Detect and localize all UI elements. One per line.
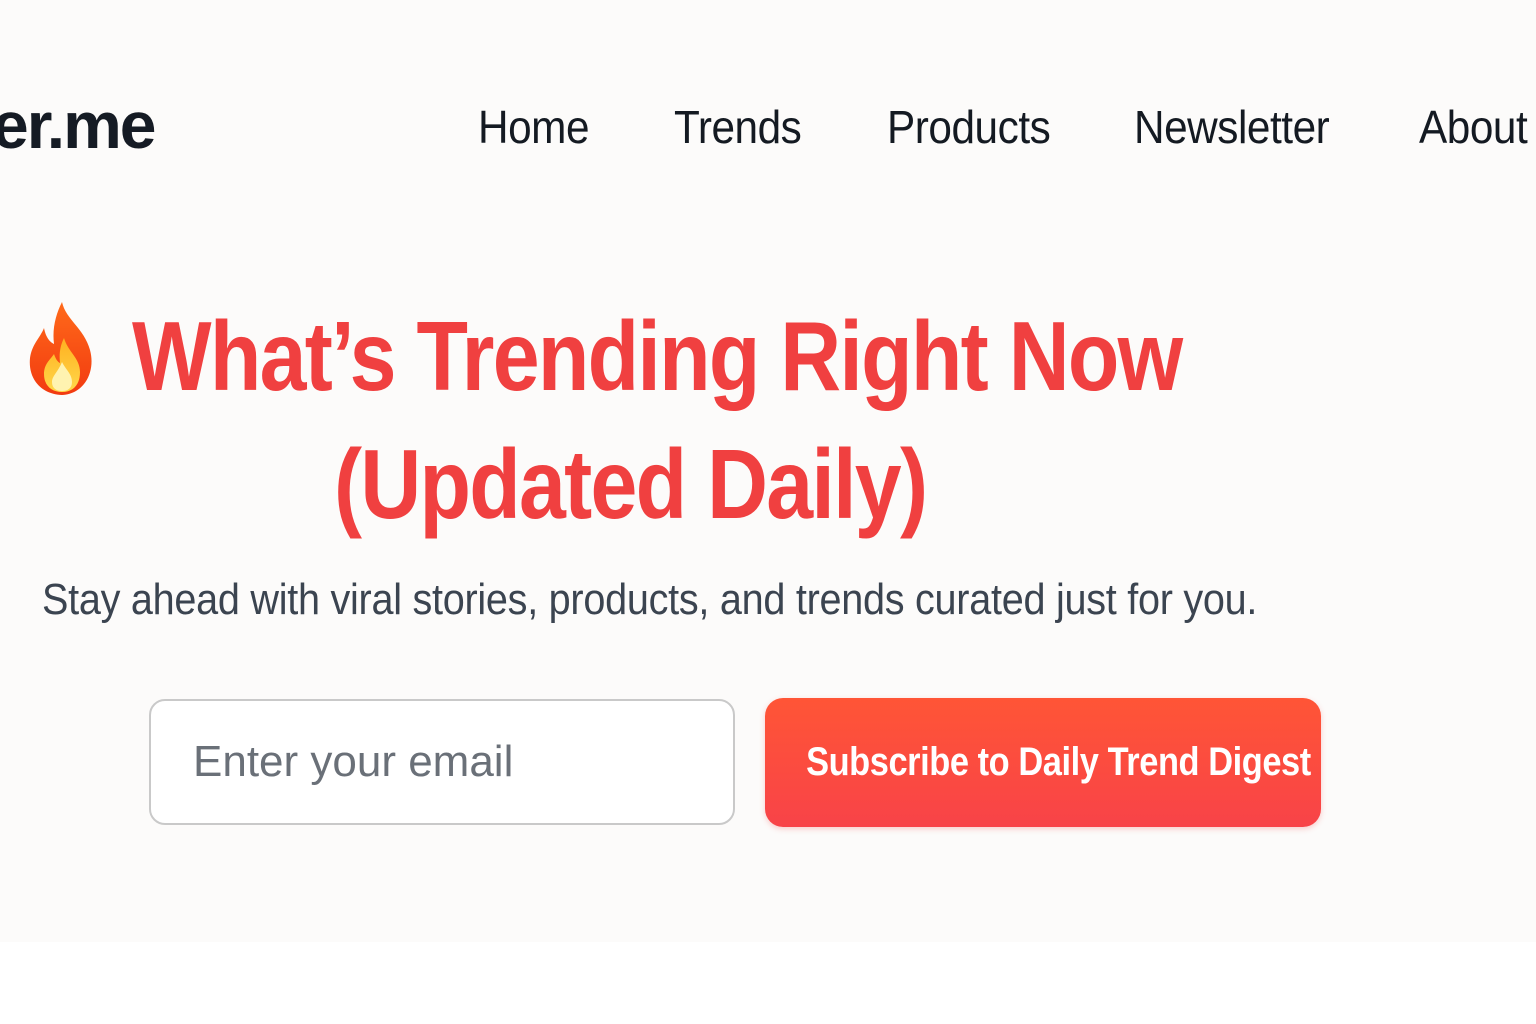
nav-products[interactable]: Products <box>887 104 1051 150</box>
fire-icon <box>29 302 92 395</box>
hero-title-line-2: (Updated Daily) <box>334 429 928 539</box>
nav-about[interactable]: About <box>1419 104 1528 150</box>
hero-title-line-1: What’s Trending Right Now <box>132 301 1183 411</box>
hero-subtitle: Stay ahead with viral stories, products,… <box>42 575 1258 624</box>
nav-trends[interactable]: Trends <box>674 104 802 150</box>
email-input[interactable] <box>151 701 733 823</box>
subscribe-button[interactable]: Subscribe to Daily Trend Digest <box>765 698 1321 827</box>
subscribe-button-label: Subscribe to Daily Trend Digest <box>806 740 1311 784</box>
main-nav: Home Trends Products Newsletter About <box>0 104 1536 164</box>
nav-newsletter[interactable]: Newsletter <box>1134 104 1330 150</box>
email-field-wrapper <box>149 699 735 825</box>
page: er.me Home Trends Products Newsletter Ab… <box>0 0 1536 942</box>
nav-home[interactable]: Home <box>478 104 590 150</box>
